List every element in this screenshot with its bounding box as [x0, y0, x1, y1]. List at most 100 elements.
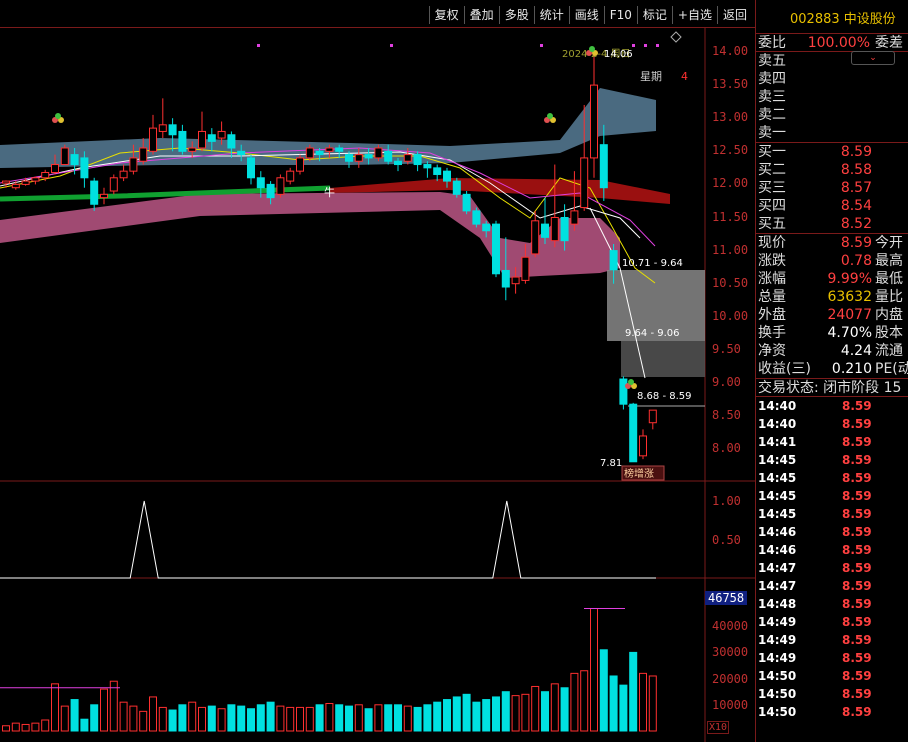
quote-row-7-right: PE(动 [875, 361, 908, 377]
tick-time: 14:50 [758, 669, 797, 683]
candle-body [629, 403, 638, 463]
price-axis-label: 8.50 [712, 408, 741, 423]
candle-body [207, 134, 216, 142]
volume-bar-21 [207, 705, 216, 732]
flower-petal [547, 113, 553, 119]
candle-29 [286, 167, 295, 185]
current-volume-label: 46758 [705, 591, 748, 605]
candle-body [188, 147, 197, 152]
candle-body [256, 177, 265, 189]
quote-row-5-value: 4.70% [827, 325, 872, 341]
toolbar-button-0[interactable]: 复权 [428, 6, 464, 24]
bid-row-0-value: 8.59 [840, 144, 872, 160]
volume-bar-25 [247, 708, 255, 732]
volume-bar-5 [51, 683, 59, 732]
toolbar-button-1[interactable]: 叠加 [463, 6, 499, 24]
volume-bar-37 [364, 708, 373, 732]
bid-row-2-label: 买三 [758, 180, 786, 196]
candle-body [492, 223, 500, 275]
tick-price: 8.59 [842, 579, 872, 593]
candle-body [286, 170, 295, 182]
volume-bar-52 [511, 695, 520, 732]
ask-row-3: 卖二 [756, 106, 908, 124]
bid-row-0: 买一 8.59 [756, 143, 908, 161]
candle-body [139, 147, 148, 162]
candle-body [345, 154, 353, 162]
signal-dot-4 [644, 44, 647, 47]
gap2-label: 9.64 - 9.06 [625, 328, 680, 339]
tick-time: 14:46 [758, 543, 797, 557]
ask-levels: 卖五 卖四 卖三 卖二 卖一 [756, 52, 908, 143]
quote-stats: 现价 8.59 今开 涨跌 0.78 最高 涨幅 9.99% 最低 总量 63632 量比 外盘 2407… [756, 234, 908, 379]
tick-row: 14:49 8.59 [756, 649, 908, 667]
candle-66 [648, 409, 657, 430]
volume-bar-43 [423, 704, 432, 732]
tick-time: 14:48 [758, 597, 797, 611]
tick-row: 14:40 8.59 [756, 415, 908, 433]
toolbar-button-7[interactable]: +自选 [671, 6, 717, 24]
quote-row-6-label: 净资 [758, 343, 786, 359]
candle-46 [452, 177, 461, 198]
quote-row-1-right: 最高 [875, 253, 903, 269]
toolbar-button-5[interactable]: F10 [603, 6, 637, 24]
tick-price: 8.59 [842, 525, 872, 539]
weekday-number: 4 [681, 70, 688, 83]
quote-row-6: 净资 4.24 流通 [756, 342, 908, 360]
toolbar-button-4[interactable]: 画线 [568, 6, 604, 24]
candle-15 [149, 114, 157, 155]
candle-16 [158, 98, 167, 139]
candle-9 [90, 177, 99, 211]
candle-body [609, 250, 618, 271]
volume-bar-26 [256, 704, 265, 732]
candle-body [296, 157, 304, 172]
tick-time: 14:45 [758, 489, 797, 503]
signal-dot-5 [656, 44, 659, 47]
candle-body [217, 130, 226, 139]
candle-body [266, 183, 275, 199]
toolbar-button-8[interactable]: 返回 [716, 6, 752, 24]
tick-time: 14:45 [758, 471, 797, 485]
volume-bar-23 [227, 704, 236, 732]
volume-bar-9 [90, 704, 99, 732]
tick-row: 14:49 8.59 [756, 613, 908, 631]
tick-row: 14:40 8.59 [756, 397, 908, 415]
volume-bar-53 [521, 693, 530, 732]
candle-18 [178, 124, 187, 155]
candle-body [580, 157, 589, 209]
quote-row-4: 外盘 24077 内盘 [756, 306, 908, 324]
tick-row: 14:45 8.59 [756, 451, 908, 469]
volume-bar-16 [158, 706, 167, 732]
quote-row-3-label: 总量 [758, 289, 786, 305]
tick-list[interactable]: 14:40 8.59 14:40 8.59 14:41 8.59 14:45 8.59 14:4… [756, 397, 908, 721]
volume-bar-54 [531, 685, 540, 732]
kline-chart[interactable]: 2024-2-4 周日星期 414.0610.71 - 9.649.64 - 9.… [0, 28, 755, 742]
quote-row-2-value: 9.99% [827, 271, 872, 287]
bid-row-0-label: 买一 [758, 144, 786, 160]
price-axis-label: 9.50 [712, 341, 741, 356]
bid-row-1: 买二 8.58 [756, 161, 908, 179]
candle-50 [492, 220, 500, 278]
quote-row-5: 换手 4.70% 股本 [756, 324, 908, 342]
candle-47 [462, 191, 471, 215]
toolbar-button-6[interactable]: 标记 [636, 6, 672, 24]
candle-body [541, 223, 549, 238]
volume-bar-46 [452, 696, 461, 732]
toolbar-button-3[interactable]: 统计 [533, 6, 569, 24]
quote-row-7: 收益(三) 0.210PE(动 [756, 360, 908, 378]
signal-dot-3 [632, 44, 635, 47]
ask-row-0: 卖五 [756, 52, 908, 70]
volume-bar-10 [100, 688, 108, 732]
quote-row-0-value: 8.59 [840, 235, 872, 251]
tick-price: 8.59 [842, 705, 872, 719]
tick-row: 14:47 8.59 [756, 577, 908, 595]
candle-body [443, 170, 451, 182]
volume-bar-0 [2, 725, 10, 732]
candle-body [590, 84, 598, 159]
tick-row: 14:46 8.59 [756, 523, 908, 541]
volume-bar-65 [639, 672, 647, 732]
quote-row-1-label: 涨跌 [758, 253, 786, 269]
toolbar-button-2[interactable]: 多股 [498, 6, 534, 24]
trade-status: 交易状态: 闭市阶段 15 [758, 380, 902, 396]
quote-row-0-label: 现价 [758, 235, 786, 251]
volume-bar-33 [325, 702, 334, 732]
